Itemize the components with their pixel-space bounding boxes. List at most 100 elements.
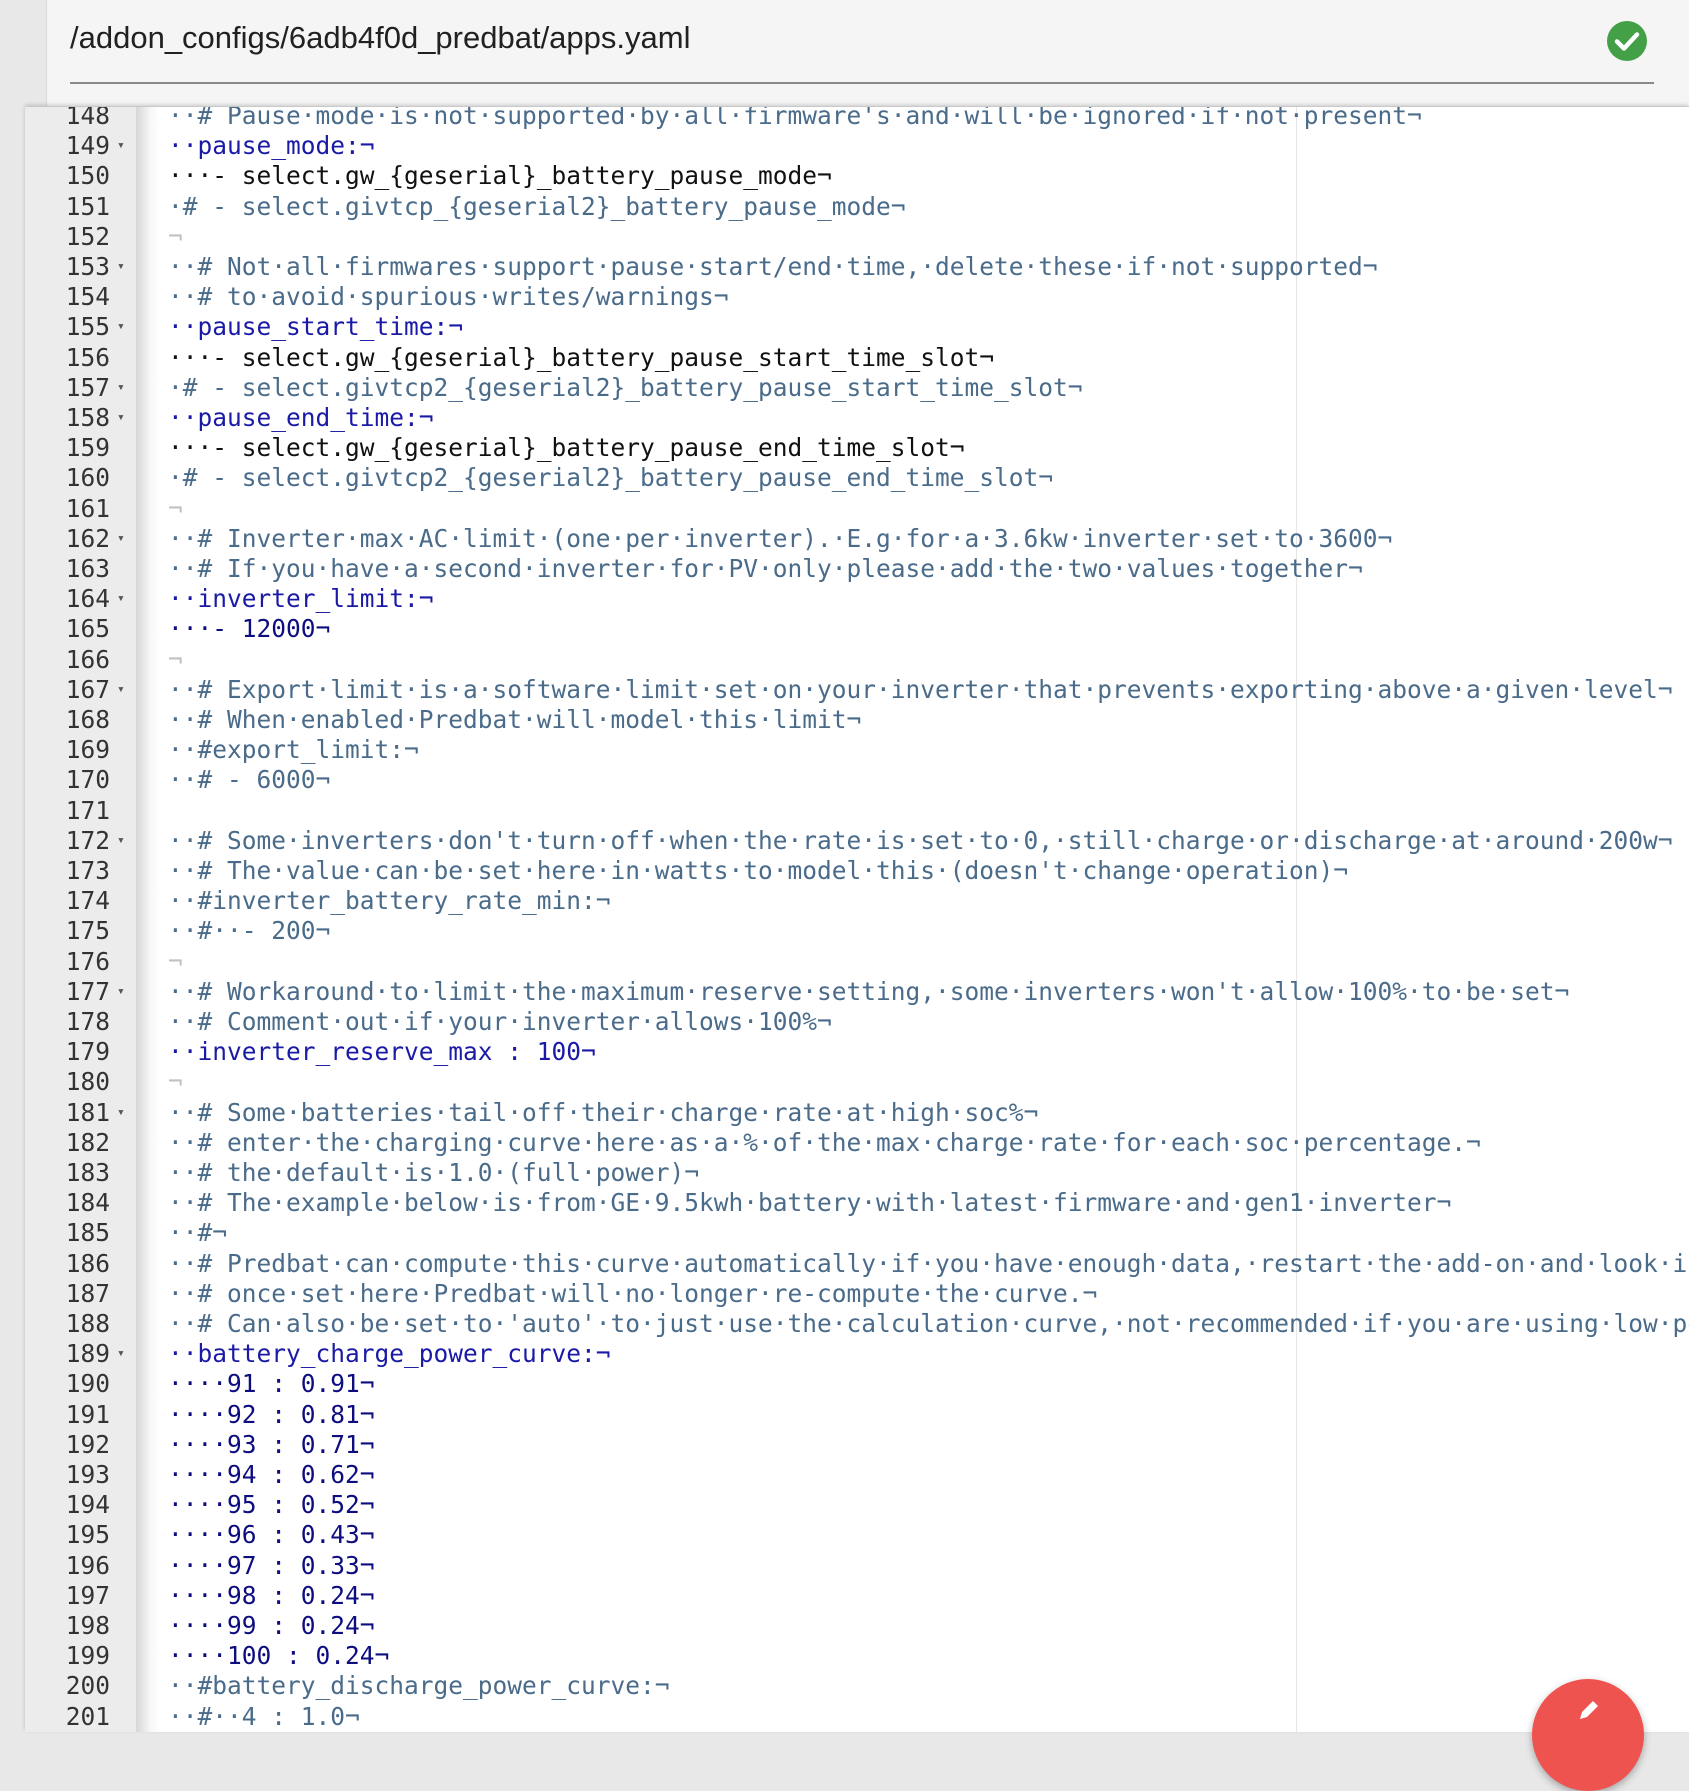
file-path-field[interactable]: /addon_configs/6adb4f0d_predbat/apps.yam… — [70, 0, 1654, 84]
line-number: 166 — [65, 644, 110, 674]
line-number: 188 — [65, 1309, 110, 1338]
code-text: ··pause_start_time:¬ — [168, 312, 464, 342]
code-text: ···- select.gw_{geserial}_battery_pause_… — [168, 342, 995, 372]
code-line[interactable]: 181 ▾ ··# Some·batteries·tail·off·their·ch… — [25, 1098, 1689, 1128]
fold-toggle-icon[interactable]: ▾ — [117, 584, 125, 614]
code-line[interactable]: 175 ··#··- 200¬ — [25, 916, 1689, 946]
code-text: ··#··- 200¬ — [168, 916, 331, 946]
line-number: 169 — [65, 735, 110, 765]
code-line[interactable]: 152 ¬ — [25, 222, 1689, 252]
code-line[interactable]: 150 ···- select.gw_{geserial}_battery_pau… — [25, 161, 1689, 191]
code-line[interactable]: 164 ▾ ··inverter_limit:¬ — [25, 584, 1689, 614]
code-line[interactable]: 170 ··# - 6000¬ — [25, 765, 1689, 795]
code-line[interactable]: 172 ▾ ··# Some·inverters·don't·turn·off·wh… — [25, 826, 1689, 856]
code-line[interactable]: 149 ▾ ··pause_mode:¬ — [25, 131, 1689, 161]
code-line[interactable]: 191 ····92 : 0.81¬ — [25, 1400, 1689, 1430]
code-text: ·# - select.givtcp2_{geserial2}_battery_… — [168, 463, 1054, 493]
code-text: ··#··4 : 1.0¬ — [168, 1701, 360, 1731]
code-text: ····99 : 0.24¬ — [168, 1611, 375, 1640]
code-text: ····93 : 0.71¬ — [168, 1429, 375, 1459]
code-text: ··# - 6000¬ — [168, 765, 331, 795]
line-number: 185 — [65, 1218, 110, 1248]
code-line[interactable]: 189 ▾ ··battery_charge_power_curve:¬ — [25, 1339, 1689, 1369]
code-line[interactable]: 197 ····98 : 0.24¬ — [25, 1581, 1689, 1611]
code-line[interactable]: 165 ···- 12000¬ — [25, 614, 1689, 644]
code-line[interactable]: 168 ··# When·enabled·Predbat·will·model·t… — [25, 705, 1689, 735]
code-line[interactable]: 201 ··#··4 : 1.0¬ — [25, 1702, 1689, 1732]
code-line[interactable]: 178 ··# Comment·out·if·your·inverter·allo… — [25, 1007, 1689, 1037]
fold-toggle-icon[interactable]: ▾ — [117, 1098, 125, 1128]
line-number: 153 — [65, 252, 110, 281]
code-line[interactable]: 162 ▾ ··# Inverter·max·AC·limit·(one·per·i… — [25, 524, 1689, 554]
fold-toggle-icon[interactable]: ▾ — [117, 826, 125, 856]
code-line[interactable]: 188 ··# Can·also·be·set·to·'auto'·to·just… — [25, 1309, 1689, 1339]
fold-toggle-icon[interactable]: ▾ — [117, 312, 125, 342]
code-line[interactable]: 186 ··# Predbat·can·compute·this·curve·au… — [25, 1249, 1689, 1279]
line-number: 184 — [65, 1188, 110, 1218]
code-line[interactable]: 198 ····99 : 0.24¬ — [25, 1611, 1689, 1641]
code-text: ····95 : 0.52¬ — [168, 1490, 375, 1520]
code-line[interactable]: 185 ··#¬ — [25, 1218, 1689, 1248]
code-line[interactable]: 169 ··#export_limit:¬ — [25, 735, 1689, 765]
code-line[interactable]: 195 ····96 : 0.43¬ — [25, 1520, 1689, 1550]
code-line[interactable]: 196 ····97 : 0.33¬ — [25, 1551, 1689, 1581]
fold-toggle-icon[interactable]: ▾ — [117, 524, 125, 554]
code-line[interactable]: 154 ··# to·avoid·spurious·writes/warnings… — [25, 282, 1689, 312]
code-line[interactable]: 200 ··#battery_discharge_power_curve:¬ — [25, 1671, 1689, 1701]
code-line[interactable]: 153 ▾ ··# Not·all·firmwares·support·pause·… — [25, 252, 1689, 282]
code-line[interactable]: 163 ··# If·you·have·a·second·inverter·for… — [25, 554, 1689, 584]
code-text: ··#battery_discharge_power_curve:¬ — [168, 1671, 670, 1701]
code-line[interactable]: 156 ···- select.gw_{geserial}_battery_pau… — [25, 343, 1689, 373]
line-number: 195 — [65, 1520, 110, 1550]
line-number: 186 — [65, 1248, 110, 1278]
code-line[interactable]: 158 ▾ ··pause_end_time:¬ — [25, 403, 1689, 433]
code-line[interactable]: 155 ▾ ··pause_start_time:¬ — [25, 312, 1689, 342]
line-number: 164 — [65, 584, 110, 614]
code-line[interactable]: 194 ····95 : 0.52¬ — [25, 1490, 1689, 1520]
code-line[interactable]: 171 — [25, 796, 1689, 826]
code-line[interactable]: 180 ¬ — [25, 1067, 1689, 1097]
code-line[interactable]: 157 ▾ ·# - select.givtcp2_{geserial2}_batt… — [25, 373, 1689, 403]
fold-toggle-icon[interactable]: ▾ — [117, 977, 125, 1007]
line-number: 165 — [65, 614, 110, 644]
code-text: ··# to·avoid·spurious·writes/warnings¬ — [168, 282, 729, 312]
fold-toggle-icon[interactable]: ▾ — [117, 373, 125, 403]
code-line[interactable]: 179 ··inverter_reserve_max : 100¬ — [25, 1037, 1689, 1067]
code-line[interactable]: 151 ·# - select.givtcp_{geserial2}_batter… — [25, 192, 1689, 222]
code-line[interactable]: 161 ¬ — [25, 494, 1689, 524]
line-number: 180 — [65, 1067, 110, 1097]
code-line[interactable]: 176 ¬ — [25, 947, 1689, 977]
code-line[interactable]: 193 ····94 : 0.62¬ — [25, 1460, 1689, 1490]
code-line[interactable]: 173 ··# The·value·can·be·set·here·in·watt… — [25, 856, 1689, 886]
code-line[interactable]: 174 ··#inverter_battery_rate_min:¬ — [25, 886, 1689, 916]
check-circle-icon — [1607, 21, 1647, 61]
fold-toggle-icon[interactable]: ▾ — [117, 675, 125, 705]
code-line[interactable]: 159 ···- select.gw_{geserial}_battery_pau… — [25, 433, 1689, 463]
code-line[interactable]: 166 ¬ — [25, 645, 1689, 675]
code-text: ····98 : 0.24¬ — [168, 1580, 375, 1610]
code-line[interactable]: 199 ····100 : 0.24¬ — [25, 1641, 1689, 1671]
code-line[interactable]: 190 ····91 : 0.91¬ — [25, 1369, 1689, 1399]
code-line[interactable]: 183 ··# the·default·is·1.0·(full·power)¬ — [25, 1158, 1689, 1188]
code-line[interactable]: 187 ··# once·set·here·Predbat·will·no·lon… — [25, 1279, 1689, 1309]
code-line[interactable]: 160 ·# - select.givtcp2_{geserial2}_batte… — [25, 463, 1689, 493]
code-line[interactable]: 192 ····93 : 0.71¬ — [25, 1430, 1689, 1460]
fold-toggle-icon[interactable]: ▾ — [117, 1339, 125, 1369]
code-line[interactable]: 177 ▾ ··# Workaround·to·limit·the·maximum·… — [25, 977, 1689, 1007]
line-number: 161 — [65, 493, 110, 523]
code-text: ··battery_charge_power_curve:¬ — [168, 1339, 611, 1369]
code-text: ··# Inverter·max·AC·limit·(one·per·inver… — [168, 523, 1393, 553]
code-line[interactable]: 184 ··# The·example·below·is·from·GE·9.5k… — [25, 1188, 1689, 1218]
code-editor[interactable]: 148 ··# Pause·mode·is·not·supported·by·al… — [25, 107, 1689, 1732]
line-number: 149 — [65, 131, 110, 161]
code-text: ¬ — [168, 1067, 183, 1097]
edit-fab-button[interactable] — [1532, 1679, 1644, 1791]
fold-toggle-icon[interactable]: ▾ — [117, 131, 125, 161]
code-line[interactable]: 148 ··# Pause·mode·is·not·supported·by·al… — [25, 107, 1689, 131]
code-text: ··#export_limit:¬ — [168, 735, 419, 765]
code-text: ···- 12000¬ — [168, 614, 331, 644]
code-line[interactable]: 182 ··# enter·the·charging·curve·here·as·… — [25, 1128, 1689, 1158]
fold-toggle-icon[interactable]: ▾ — [117, 403, 125, 433]
fold-toggle-icon[interactable]: ▾ — [117, 252, 125, 282]
code-line[interactable]: 167 ▾ ··# Export·limit·is·a·software·limit… — [25, 675, 1689, 705]
